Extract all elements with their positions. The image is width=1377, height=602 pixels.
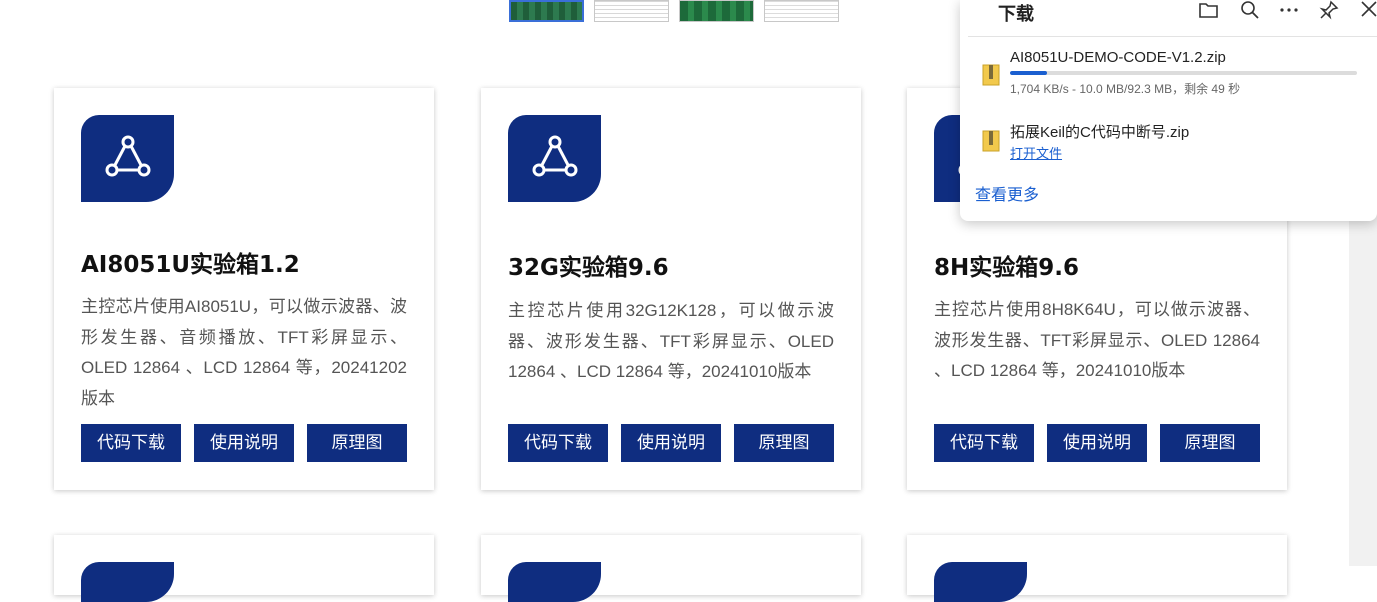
folder-icon[interactable] — [1198, 0, 1224, 24]
card-description: 主控芯片使用8H8K64U，可以做示波器、波形发生器、TFT彩屏显示、OLED … — [934, 300, 1260, 380]
download-filename[interactable]: 拓展Keil的C代码中断号.zip — [1010, 121, 1189, 142]
zip-file-icon — [982, 64, 1000, 86]
share-network-icon — [508, 562, 601, 602]
share-network-icon — [508, 115, 601, 202]
thumbnail-pcb-2[interactable] — [679, 0, 754, 22]
more-icon[interactable] — [1278, 0, 1304, 24]
product-card — [907, 535, 1287, 602]
code-download-button[interactable]: 代码下载 — [508, 424, 608, 462]
search-icon[interactable] — [1239, 0, 1265, 24]
open-file-link[interactable]: 打开文件 — [1010, 143, 1062, 162]
see-more-link[interactable]: 查看更多 — [975, 181, 1039, 205]
panel-divider — [968, 36, 1377, 37]
close-icon[interactable] — [1358, 0, 1377, 24]
share-network-icon — [81, 115, 174, 202]
share-network-icon — [81, 562, 174, 602]
product-card — [481, 535, 861, 602]
pin-icon[interactable] — [1318, 0, 1344, 24]
product-card: AI8051U实验箱1.2 主控芯片使用AI8051U，可以做示波器、波形发生器… — [54, 88, 434, 490]
card-description: 主控芯片使用32G12K128，可以做示波器、波形发生器、TFT彩屏显示、OLE… — [508, 301, 834, 381]
schematic-button[interactable]: 原理图 — [307, 424, 407, 462]
download-progress-fill — [1010, 71, 1048, 75]
card-title: AI8051U实验箱1.2 — [81, 252, 300, 278]
download-progress-bar — [1010, 71, 1357, 75]
product-card: 32G实验箱9.6 主控芯片使用32G12K128，可以做示波器、波形发生器、T… — [481, 88, 861, 490]
downloads-panel: 下载 AI8051U-DEMO-CODE-V1.2.zip 1,704 KB/s… — [960, 0, 1377, 221]
zip-file-icon — [982, 130, 1000, 152]
schematic-button[interactable]: 原理图 — [1160, 424, 1260, 462]
thumbnail-schematic-1[interactable] — [594, 0, 669, 22]
card-title: 8H实验箱9.6 — [934, 255, 1079, 281]
download-status: 1,704 KB/s - 10.0 MB/92.3 MB，剩余 49 秒 — [1010, 82, 1241, 96]
share-network-icon — [934, 562, 1027, 602]
user-manual-button[interactable]: 使用说明 — [621, 424, 721, 462]
download-filename[interactable]: AI8051U-DEMO-CODE-V1.2.zip — [1010, 49, 1226, 66]
user-manual-button[interactable]: 使用说明 — [1047, 424, 1147, 462]
product-card — [54, 535, 434, 602]
thumbnail-schematic-2[interactable] — [764, 0, 839, 22]
user-manual-button[interactable]: 使用说明 — [194, 424, 294, 462]
code-download-button[interactable]: 代码下载 — [81, 424, 181, 462]
code-download-button[interactable]: 代码下载 — [934, 424, 1034, 462]
card-title: 32G实验箱9.6 — [508, 255, 669, 281]
schematic-button[interactable]: 原理图 — [734, 424, 834, 462]
card-description: 主控芯片使用AI8051U，可以做示波器、波形发生器、音频播放、TFT彩屏显示、… — [81, 297, 407, 408]
downloads-title: 下载 — [998, 4, 1034, 25]
thumbnail-pcb-1[interactable] — [509, 0, 584, 22]
